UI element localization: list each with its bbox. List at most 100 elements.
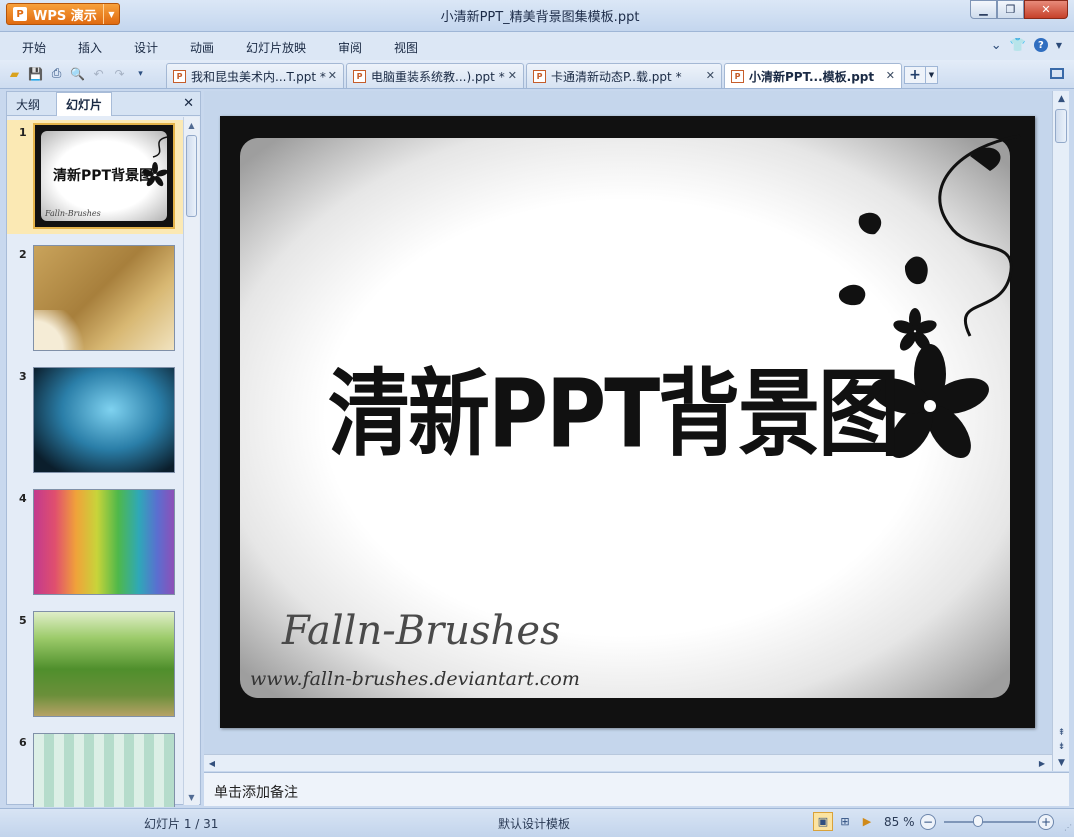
- quick-access-toolbar: ▰ 💾 ⎙ 🔍 ↶ ↷ ▾: [6, 65, 149, 82]
- app-menu-button[interactable]: P WPS 演示 ▼: [6, 3, 120, 25]
- scroll-down-icon[interactable]: ▼: [1055, 757, 1068, 769]
- doc-tab-1[interactable]: P 我和昆虫美术内...T.ppt * ✕: [166, 63, 344, 88]
- close-icon[interactable]: ✕: [508, 69, 517, 82]
- help-icon[interactable]: ?: [1033, 38, 1048, 52]
- slide-thumbnail-5[interactable]: 5: [7, 608, 183, 722]
- flower-decoration: [142, 136, 168, 187]
- resize-grip-icon[interactable]: ⋰: [1064, 823, 1072, 832]
- scroll-thumb[interactable]: [186, 135, 197, 217]
- editor-vertical-scrollbar[interactable]: ▲ ⇞ ⇟ ▼: [1052, 91, 1069, 771]
- thumbnail-image: [33, 489, 175, 595]
- close-icon[interactable]: ✕: [328, 69, 337, 82]
- menu-slideshow[interactable]: 幻灯片放映: [246, 39, 306, 56]
- notes-pane[interactable]: 单击添加备注: [204, 772, 1069, 806]
- slide-thumbnail-6[interactable]: 6: [7, 730, 183, 807]
- normal-view-button[interactable]: ▣: [813, 812, 833, 831]
- plus-icon: +: [909, 67, 921, 83]
- design-template[interactable]: 默认设计模板: [498, 815, 570, 832]
- chevron-down-icon[interactable]: ▼: [1056, 38, 1062, 53]
- slide-position: 幻灯片 1 / 31: [144, 817, 219, 831]
- ppt-file-icon: P: [731, 69, 744, 83]
- zoom-slider[interactable]: [944, 821, 1036, 823]
- zoom-out-button[interactable]: −: [920, 814, 936, 830]
- slide-watermark-url: www.falln-brushes.deviantart.com: [250, 668, 580, 690]
- zoom-in-button[interactable]: +: [1038, 814, 1054, 830]
- scroll-up-icon[interactable]: ▲: [1055, 93, 1068, 105]
- menu-home[interactable]: 开始: [22, 39, 46, 56]
- scroll-up-icon[interactable]: ▲: [185, 119, 198, 131]
- customize-toolbar-icon[interactable]: ▾: [132, 65, 149, 82]
- document-tab-bar: ▰ 💾 ⎙ 🔍 ↶ ↷ ▾ P 我和昆虫美术内...T.ppt * ✕ P 电脑…: [0, 60, 1074, 89]
- close-icon: ✕: [1041, 3, 1051, 16]
- menu-design[interactable]: 设计: [134, 39, 158, 56]
- print-icon[interactable]: ⎙: [48, 65, 65, 82]
- new-tab-dropdown[interactable]: ▼: [926, 66, 938, 84]
- slide-number: 6: [19, 736, 27, 749]
- slide-sorter-button[interactable]: ⊞: [835, 812, 855, 831]
- current-slide[interactable]: 清新PPT背景图 Falln-Brushes www.falln-brushes…: [220, 116, 1035, 728]
- scroll-left-icon[interactable]: ◀: [206, 757, 218, 770]
- menu-view[interactable]: 视图: [394, 39, 418, 56]
- thumbnail-image: [33, 245, 175, 351]
- maximize-icon: ❐: [1005, 3, 1016, 16]
- tab-slides[interactable]: 幻灯片: [56, 92, 113, 116]
- print-preview-icon[interactable]: 🔍: [69, 65, 86, 82]
- doc-tab-label: 我和昆虫美术内...T.ppt *: [191, 69, 326, 84]
- minus-icon: −: [922, 815, 934, 829]
- slide-thumbnail-2[interactable]: 2: [7, 242, 183, 356]
- slide-title[interactable]: 清新PPT背景图: [328, 337, 900, 474]
- doc-tab-label: 卡通清新动态P..载.ppt *: [551, 69, 682, 84]
- play-icon: ▶: [862, 815, 872, 828]
- collapse-ribbon-icon[interactable]: ⌄: [991, 38, 1002, 53]
- redo-icon[interactable]: ↷: [111, 65, 128, 82]
- close-button[interactable]: ✕: [1024, 0, 1068, 19]
- thumbnail-scrollbar[interactable]: ▲ ▼: [183, 117, 199, 805]
- scroll-thumb[interactable]: [1055, 109, 1067, 143]
- minimize-button[interactable]: ▁: [970, 0, 997, 19]
- doc-tab-4[interactable]: P 小清新PPT...模板.ppt ✕: [724, 63, 902, 88]
- window-title: 小清新PPT_精美背景图集模板.ppt: [440, 10, 640, 25]
- wps-logo-icon: P: [13, 7, 27, 21]
- scroll-right-icon[interactable]: ▶: [1036, 757, 1048, 770]
- tab-outline[interactable]: 大纲: [7, 92, 49, 116]
- window-controls: ▁ ❐ ✕: [970, 0, 1068, 19]
- zoom-level: 85 %: [884, 815, 915, 829]
- scroll-down-icon[interactable]: ▼: [185, 791, 198, 803]
- menu-review[interactable]: 审阅: [338, 39, 362, 56]
- save-icon[interactable]: 💾: [27, 65, 44, 82]
- ppt-file-icon: P: [533, 69, 546, 83]
- status-bar: 幻灯片 1 / 31 默认设计模板 ▣ ⊞ ▶ 85 % − + ⋰: [0, 808, 1074, 837]
- slide-pane: 大纲 幻灯片 ✕ 1 清新PPT背景图 Falln-Brushes 2 3 4 …: [6, 91, 201, 807]
- slide-number: 5: [19, 614, 27, 627]
- doc-tab-2[interactable]: P 电脑重装系统教...).ppt * ✕: [346, 63, 524, 88]
- maximize-button[interactable]: ❐: [997, 0, 1024, 19]
- close-icon[interactable]: ✕: [886, 69, 895, 82]
- next-slide-icon[interactable]: ⇟: [1055, 741, 1068, 753]
- doc-tab-3[interactable]: P 卡通清新动态P..载.ppt * ✕: [526, 63, 722, 88]
- previous-slide-icon[interactable]: ⇞: [1055, 727, 1068, 739]
- zoom-slider-handle[interactable]: [973, 815, 983, 827]
- slideshow-button[interactable]: ▶: [857, 812, 877, 831]
- menu-animation[interactable]: 动画: [190, 39, 214, 56]
- window-layout-icon[interactable]: [1050, 68, 1064, 79]
- slide-number: 3: [19, 370, 27, 383]
- slide-thumbnail-3[interactable]: 3: [7, 364, 183, 478]
- chevron-down-icon: ▼: [928, 71, 935, 79]
- slide-editor: 清新PPT背景图 Falln-Brushes www.falln-brushes…: [204, 91, 1069, 771]
- close-icon[interactable]: ✕: [706, 69, 715, 82]
- editor-horizontal-scrollbar[interactable]: ◀ ▶: [204, 754, 1052, 771]
- plus-icon: +: [1040, 815, 1052, 829]
- slide-thumbnail-4[interactable]: 4: [7, 486, 183, 600]
- chevron-down-icon[interactable]: ▼: [103, 4, 119, 24]
- notes-placeholder[interactable]: 单击添加备注: [214, 782, 298, 802]
- close-icon[interactable]: ✕: [183, 96, 194, 111]
- slide-number: 2: [19, 248, 27, 261]
- skin-icon[interactable]: 👕: [1010, 38, 1026, 53]
- title-bar: P WPS 演示 ▼ 小清新PPT_精美背景图集模板.ppt ▁ ❐ ✕: [0, 0, 1074, 32]
- slide-thumbnail-1[interactable]: 1 清新PPT背景图 Falln-Brushes: [7, 120, 183, 234]
- open-folder-icon[interactable]: ▰: [6, 65, 23, 82]
- thumbnail-image: [33, 733, 175, 807]
- menu-insert[interactable]: 插入: [78, 39, 102, 56]
- new-tab-button[interactable]: +: [904, 66, 926, 84]
- undo-icon[interactable]: ↶: [90, 65, 107, 82]
